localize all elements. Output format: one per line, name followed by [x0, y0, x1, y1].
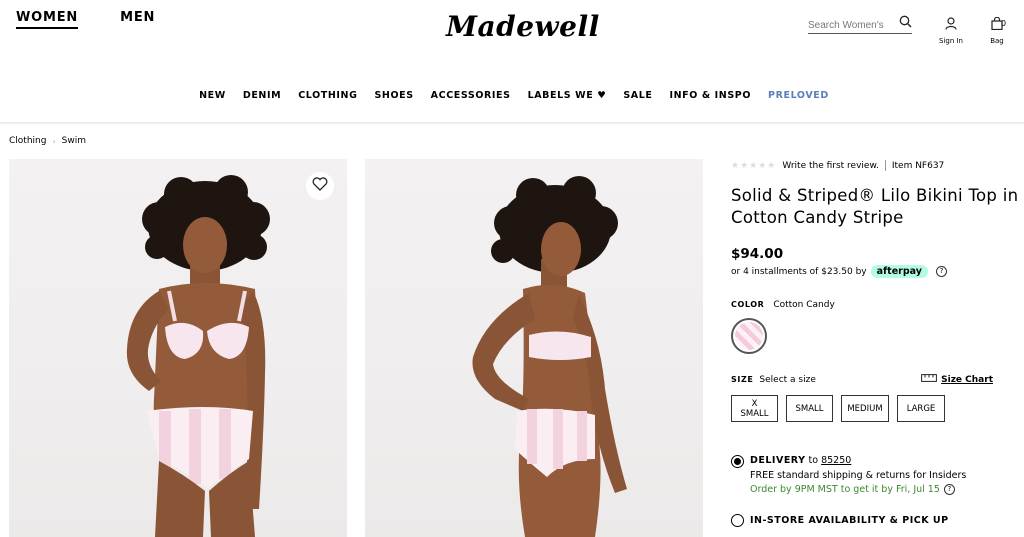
delivery-details: DELIVERY to 85250 FREE standard shipping… — [750, 455, 966, 495]
breadcrumb: Clothing › Swim — [9, 136, 86, 146]
search-icon[interactable] — [899, 15, 912, 33]
bag-button[interactable]: 0 Bag — [983, 16, 1011, 45]
size-chart-link[interactable]: Size Chart — [921, 374, 993, 385]
ruler-icon — [921, 374, 938, 385]
color-row: COLOR Cotton Candy — [731, 300, 1021, 310]
delivery-line: DELIVERY to 85250 — [750, 455, 966, 466]
nav-shoes[interactable]: SHOES — [374, 90, 413, 101]
bag-label: Bag — [990, 37, 1004, 45]
main-nav: NEW DENIM CLOTHING SHOES ACCESSORIES LAB… — [0, 90, 1024, 101]
size-options: X SMALL SMALL MEDIUM LARGE — [731, 395, 1021, 422]
item-number: Item NF637 — [891, 160, 945, 171]
size-large-button[interactable]: LARGE — [897, 395, 945, 422]
color-label: COLOR — [731, 300, 765, 309]
madewell-logo[interactable]: Madewell — [446, 10, 600, 43]
afterpay-logo[interactable]: afterpay — [870, 265, 928, 278]
free-shipping-text: FREE standard shipping & returns for Ins… — [750, 470, 967, 481]
size-xsmall-button[interactable]: X SMALL — [731, 395, 778, 422]
tab-men[interactable]: MEN — [120, 10, 155, 29]
color-swatch-selected[interactable] — [731, 318, 767, 354]
breadcrumb-swim[interactable]: Swim — [62, 136, 86, 146]
nav-info-inspo[interactable]: INFO & INSPO — [669, 90, 751, 101]
order-by-text: Order by 9PM MST to get it by Fri, Jul 1… — [750, 484, 940, 495]
search-box[interactable] — [808, 15, 912, 34]
delivery-label: DELIVERY — [750, 455, 806, 466]
product-title: Solid & Striped® Lilo Bikini Top in Cott… — [731, 186, 1019, 227]
size-medium-button[interactable]: MEDIUM — [841, 395, 889, 422]
radio-selected-dot — [734, 458, 741, 465]
heart-outline-icon — [312, 176, 328, 196]
instore-label: IN-STORE AVAILABILITY & PICK UP — [750, 515, 949, 526]
cotton-candy-swatch — [735, 322, 763, 350]
size-row: SIZE Select a size Size Chart — [731, 374, 1021, 385]
color-value: Cotton Candy — [773, 300, 835, 310]
favorite-button[interactable] — [306, 172, 334, 200]
sign-in-button[interactable]: Sign In — [937, 17, 965, 45]
header-divider — [0, 122, 1024, 125]
product-image-side[interactable] — [365, 159, 703, 537]
chevron-right-icon: › — [52, 136, 56, 146]
nav-preloved[interactable]: PRELOVED — [768, 90, 829, 101]
divider — [884, 160, 886, 171]
delivery-help-icon[interactable]: ? — [943, 484, 955, 495]
nav-labels-we-love[interactable]: LABELS WE ♥ — [528, 90, 607, 101]
heart-icon: ♥ — [597, 90, 607, 101]
instore-option[interactable]: IN-STORE AVAILABILITY & PICK UP — [731, 514, 1021, 527]
write-review-link[interactable]: Write the first review. — [782, 161, 879, 171]
product-image-front[interactable] — [9, 159, 347, 537]
installments-row: or 4 installments of $23.50 by afterpay … — [731, 265, 1021, 278]
review-row: ★★★★★ Write the first review. Item NF637 — [731, 160, 1021, 171]
product-info-panel: ★★★★★ Write the first review. Item NF637… — [731, 160, 1021, 527]
gender-nav: WOMEN MEN — [16, 10, 155, 29]
nav-sale[interactable]: SALE — [623, 90, 652, 101]
delivery-to: to — [808, 455, 819, 466]
size-chart-label: Size Chart — [941, 374, 993, 385]
delivery-option[interactable]: DELIVERY to 85250 FREE standard shipping… — [731, 455, 1021, 495]
tab-women[interactable]: WOMEN — [16, 10, 79, 29]
product-price: $94.00 — [731, 246, 784, 262]
model-side-illustration — [472, 176, 627, 537]
nav-denim[interactable]: DENIM — [243, 90, 281, 101]
zip-code-link[interactable]: 85250 — [821, 455, 851, 466]
user-icon — [945, 17, 957, 34]
instore-radio[interactable] — [731, 514, 744, 527]
help-icon[interactable]: ? — [935, 266, 947, 277]
breadcrumb-clothing[interactable]: Clothing — [9, 136, 46, 146]
size-small-button[interactable]: SMALL — [786, 395, 833, 422]
nav-labels-we-label: LABELS WE — [527, 90, 594, 101]
model-front-illustration — [126, 175, 270, 537]
sign-in-label: Sign In — [939, 37, 963, 45]
order-by-row: Order by 9PM MST to get it by Fri, Jul 1… — [750, 484, 966, 495]
installments-text: or 4 installments of $23.50 by — [731, 266, 867, 277]
search-input[interactable] — [808, 20, 894, 31]
rating-stars: ★★★★★ — [731, 160, 777, 171]
size-hint: Select a size — [759, 374, 816, 385]
nav-clothing[interactable]: CLOTHING — [298, 90, 357, 101]
delivery-radio[interactable] — [731, 455, 744, 468]
bag-count: 0 — [1001, 19, 1007, 28]
nav-new[interactable]: NEW — [199, 90, 226, 101]
nav-accessories[interactable]: ACCESSORIES — [431, 90, 511, 101]
size-label: SIZE — [731, 375, 754, 384]
